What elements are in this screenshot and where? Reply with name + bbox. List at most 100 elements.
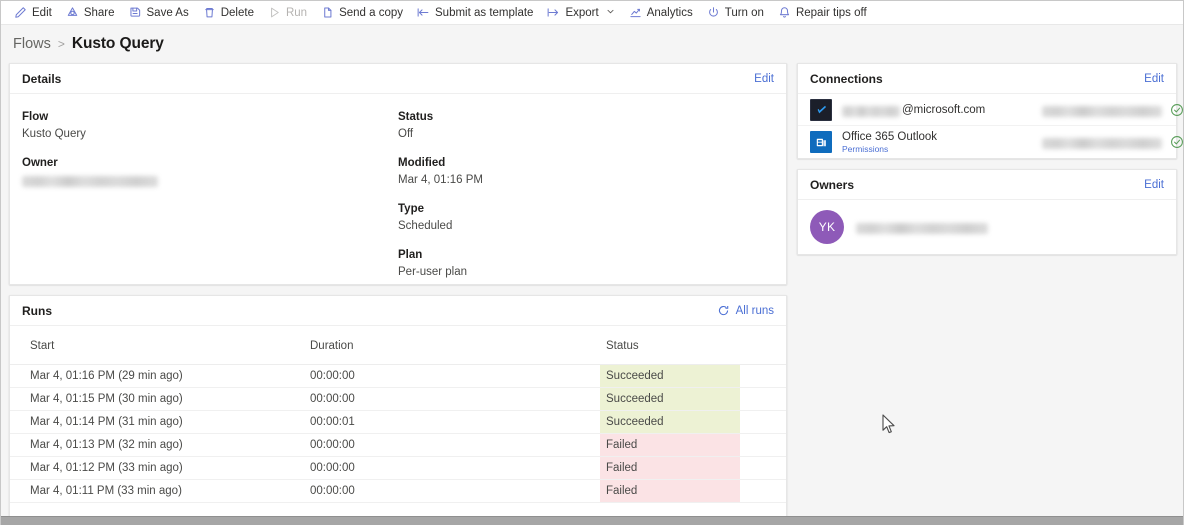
connections-card: Connections Edit @microsoft.com Office 36… xyxy=(797,63,1183,159)
toolbar-button-export[interactable]: Export xyxy=(540,2,621,24)
connections-title: Connections xyxy=(810,71,883,86)
toolbar-button-share[interactable]: Share xyxy=(59,2,122,24)
runs-table: Start Duration Status Mar 4, 01:16 PM (29 … xyxy=(10,326,786,503)
runs-title: Runs xyxy=(22,303,52,318)
status-badge: Succeeded xyxy=(600,364,740,388)
detail-label: Type xyxy=(398,203,424,215)
connection-account-redacted xyxy=(1042,103,1162,117)
run-duration-cell: 00:00:01 xyxy=(310,410,600,434)
connection-name-redacted xyxy=(842,105,900,117)
run-spacer-cell xyxy=(740,433,786,457)
all-runs-link[interactable]: All runs xyxy=(736,305,774,317)
runs-table-body: Mar 4, 01:16 PM (29 min ago) 00:00:00 Succ… xyxy=(10,364,786,503)
connections-edit-link[interactable]: Edit xyxy=(1144,73,1164,85)
toolbar-button-turn-on[interactable]: Turn on xyxy=(700,2,771,24)
play-icon xyxy=(268,6,281,19)
left-column: Details Edit Flow Kusto Query Owner Status… xyxy=(9,63,787,525)
chart-line-icon xyxy=(629,6,642,19)
connection-permissions-link[interactable]: Permissions xyxy=(842,144,1042,154)
toolbar-button-edit[interactable]: Edit xyxy=(7,2,59,24)
toolbar-button-label: Run xyxy=(285,6,308,19)
status-badge: Failed xyxy=(600,433,740,457)
command-toolbar: Edit Share Save As Delete Run Send a copy Subm… xyxy=(1,1,1183,25)
toolbar-button-delete[interactable]: Delete xyxy=(196,2,261,24)
owner-row[interactable]: YK xyxy=(798,200,1176,254)
copy-icon xyxy=(321,6,334,19)
connection-name-text: @microsoft.com xyxy=(902,103,986,116)
check-circle-icon xyxy=(1162,135,1183,149)
run-spacer-cell xyxy=(740,479,786,503)
owners-edit-link[interactable]: Edit xyxy=(1144,179,1164,191)
arrow-left-icon xyxy=(417,6,430,19)
table-row[interactable]: Mar 4, 01:12 PM (33 min ago) 00:00:00 Fail… xyxy=(10,456,786,480)
owners-card: Owners Edit YK xyxy=(797,169,1177,255)
table-row[interactable]: Mar 4, 01:13 PM (32 min ago) 00:00:00 Fail… xyxy=(10,433,786,457)
connection-row[interactable]: @microsoft.com xyxy=(798,94,1183,126)
refresh-icon[interactable] xyxy=(717,304,730,317)
detail-label: Flow xyxy=(22,111,49,123)
status-badge: Succeeded xyxy=(600,387,740,411)
page-title: Kusto Query xyxy=(71,35,164,52)
details-body: Flow Kusto Query Owner Status Off Modified Ma… xyxy=(10,94,786,284)
toolbar-button-submit-as-template[interactable]: Submit as template xyxy=(410,2,540,24)
toolbar-button-repair-tips-off[interactable]: Repair tips off xyxy=(771,2,874,24)
breadcrumb: Flows > Kusto Query xyxy=(1,25,1183,63)
detail-value: Mar 4, 01:16 PM xyxy=(398,174,484,186)
detail-field-type: Type Scheduled xyxy=(398,202,774,234)
chevron-down-icon[interactable] xyxy=(604,7,615,19)
table-row[interactable]: Mar 4, 01:16 PM (29 min ago) 00:00:00 Succ… xyxy=(10,364,786,388)
detail-field-status: Status Off xyxy=(398,110,774,142)
toolbar-button-analytics[interactable]: Analytics xyxy=(622,2,700,24)
toolbar-button-label: Export xyxy=(565,6,599,19)
pencil-icon xyxy=(14,6,27,19)
run-duration-cell: 00:00:00 xyxy=(310,479,600,503)
toolbar-button-send-a-copy[interactable]: Send a copy xyxy=(314,2,410,24)
toolbar-button-run: Run xyxy=(261,2,314,24)
breadcrumb-root-link[interactable]: Flows xyxy=(13,36,51,52)
run-duration-cell: 00:00:00 xyxy=(310,387,600,411)
table-row[interactable]: Mar 4, 01:15 PM (30 min ago) 00:00:00 Succ… xyxy=(10,387,786,411)
runs-column-header-duration: Duration xyxy=(310,326,600,365)
detail-field-modified: Modified Mar 4, 01:16 PM xyxy=(398,156,774,188)
connection-row[interactable]: Office 365 Outlook Permissions xyxy=(798,126,1183,158)
flow-details-page: Edit Share Save As Delete Run Send a copy Subm… xyxy=(0,0,1184,525)
detail-field-flow: Flow Kusto Query xyxy=(22,110,398,142)
table-row[interactable]: Mar 4, 01:11 PM (33 min ago) 00:00:00 Fail… xyxy=(10,479,786,503)
detail-value: Off xyxy=(398,128,414,140)
run-status-text: Failed xyxy=(606,462,638,474)
run-start-cell: Mar 4, 01:14 PM (31 min ago) xyxy=(10,410,310,434)
owners-card-header: Owners Edit xyxy=(798,170,1176,200)
toolbar-button-save-as[interactable]: Save As xyxy=(122,2,196,24)
detail-label: Owner xyxy=(22,157,58,169)
detail-value: Kusto Query xyxy=(22,128,86,140)
run-status-text: Failed xyxy=(606,485,638,497)
toolbar-button-label: Edit xyxy=(32,6,52,19)
toolbar-button-label: Delete xyxy=(220,6,254,19)
right-column: Connections Edit @microsoft.com Office 36… xyxy=(797,63,1183,265)
table-row[interactable]: Mar 4, 01:14 PM (31 min ago) 00:00:01 Succ… xyxy=(10,410,786,434)
detail-label: Status xyxy=(398,111,434,123)
owners-title: Owners xyxy=(810,177,855,192)
toolbar-button-label: Repair tips off xyxy=(795,6,867,19)
detail-value: Per-user plan xyxy=(398,266,468,278)
bottom-scroll-bar[interactable] xyxy=(1,516,1183,525)
runs-column-header-status: Status xyxy=(600,326,740,365)
detail-label: Modified xyxy=(398,157,446,169)
details-edit-link[interactable]: Edit xyxy=(754,73,774,85)
share-icon xyxy=(66,6,79,19)
details-right-column: Status Off Modified Mar 4, 01:16 PM Type Sche… xyxy=(398,110,774,278)
content-columns: Details Edit Flow Kusto Query Owner Status… xyxy=(1,63,1183,525)
status-badge: Failed xyxy=(600,479,740,503)
runs-table-head: Start Duration Status xyxy=(10,326,786,365)
run-status-text: Succeeded xyxy=(606,393,664,405)
toolbar-button-label: Submit as template xyxy=(435,6,534,19)
detail-label: Plan xyxy=(398,249,423,261)
azure-data-explorer-icon xyxy=(810,98,832,121)
check-circle-icon xyxy=(1162,103,1183,117)
details-title: Details xyxy=(22,71,62,86)
trash-icon xyxy=(203,6,216,19)
run-duration-cell: 00:00:00 xyxy=(310,456,600,480)
status-badge: Succeeded xyxy=(600,410,740,434)
details-left-column: Flow Kusto Query Owner xyxy=(22,110,398,274)
run-duration-cell: 00:00:00 xyxy=(310,364,600,388)
